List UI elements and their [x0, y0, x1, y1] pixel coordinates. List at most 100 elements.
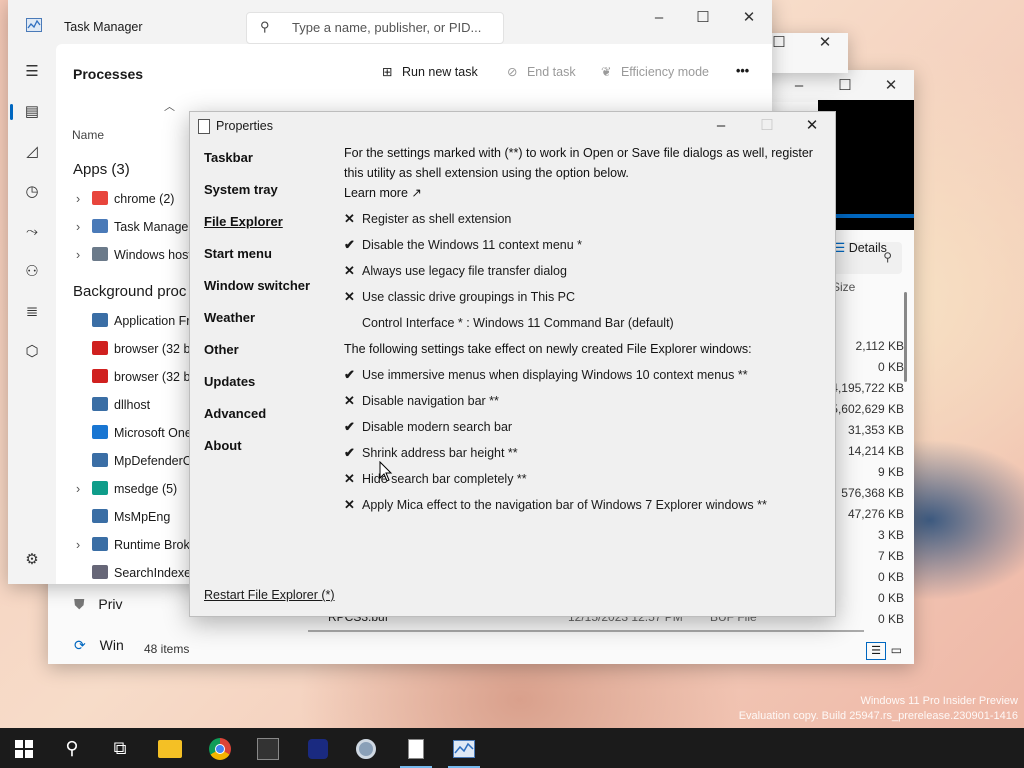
more-options-button[interactable]: ••• [736, 64, 749, 78]
process-row[interactable]: Application Fr [76, 307, 190, 335]
tiles-view-icon[interactable]: ▭ [889, 643, 903, 657]
efficiency-mode-button[interactable]: ❦ Efficiency mode [601, 64, 709, 79]
minimize-button[interactable]: – [776, 70, 822, 102]
processes-icon[interactable]: ▤ [20, 100, 44, 124]
properties-app-icon[interactable] [392, 728, 440, 768]
nav-other[interactable]: Other [204, 342, 239, 357]
expand-chevron-icon[interactable]: › [76, 241, 92, 269]
process-row[interactable]: MsMpEng [76, 503, 170, 531]
view-switcher[interactable]: ☰ ▭ [866, 642, 903, 660]
nav-window-switcher[interactable]: Window switcher [204, 278, 310, 293]
expand-chevron-icon[interactable]: › [76, 475, 92, 503]
process-icon [92, 565, 108, 579]
setting-option[interactable]: ✔ Shrink address bar height ** [344, 443, 518, 463]
setting-option[interactable]: ✕ Hide search bar completely ** [344, 469, 527, 489]
learn-more-link[interactable]: Learn more ↗ [344, 183, 422, 203]
nav-updates[interactable]: Updates [204, 374, 255, 389]
minimize-button[interactable]: – [636, 2, 682, 34]
check-icon: ✔ [344, 367, 355, 382]
minimize-button[interactable]: – [698, 112, 744, 140]
maximize-button[interactable]: ☐ [744, 112, 790, 140]
selected-indicator [10, 104, 13, 120]
column-header-name[interactable]: Name [72, 128, 104, 142]
close-button[interactable]: ✕ [802, 27, 848, 59]
task-view-icon[interactable]: ⧉ [96, 728, 144, 768]
setting-option[interactable]: ✔ Disable modern search bar [344, 417, 512, 437]
search-icon[interactable]: ⚲ [48, 728, 96, 768]
nav-item-windows-update[interactable]: ⟳ Win [74, 637, 124, 654]
search-input[interactable]: ⚲ Type a name, publisher, or PID... [246, 12, 504, 44]
process-row[interactable]: Microsoft One [76, 419, 192, 447]
process-row[interactable]: SearchIndexer [76, 559, 195, 587]
mouse-cursor-icon [379, 461, 393, 482]
cross-icon: ✕ [344, 211, 355, 226]
intro-text: this utility as shell extension using th… [344, 166, 629, 180]
app-history-icon[interactable]: ◷ [20, 180, 44, 204]
process-name: chrome (2) [114, 192, 175, 206]
process-row[interactable]: › Windows host [76, 241, 192, 269]
explorer-vertical-scrollbar[interactable] [904, 292, 907, 382]
process-row[interactable]: MpDefenderC [76, 447, 192, 475]
process-row[interactable]: › msedge (5) [76, 475, 177, 503]
nav-advanced[interactable]: Advanced [204, 406, 266, 421]
setting-option[interactable]: ✕ Disable navigation bar ** [344, 391, 499, 411]
nav-weather[interactable]: Weather [204, 310, 255, 325]
explorer-horizontal-scrollbar[interactable] [308, 630, 864, 632]
setting-option[interactable]: ✕ Register as shell extension [344, 209, 511, 229]
setting-option[interactable]: ✔ Disable the Windows 11 context menu * [344, 235, 582, 255]
process-row[interactable]: dllhost [76, 391, 150, 419]
start-icon[interactable] [0, 728, 48, 768]
close-button[interactable]: ✕ [726, 2, 772, 34]
process-row[interactable]: › Runtime Brok [76, 531, 190, 559]
expand-chevron-icon[interactable]: › [76, 185, 92, 213]
nav-about[interactable]: About [204, 438, 242, 453]
shield-icon: ⛊ [74, 596, 85, 612]
task-manager-chart-icon [453, 740, 475, 759]
expand-chevron-icon[interactable]: › [76, 213, 92, 241]
setting-label: Disable modern search bar [362, 420, 513, 434]
app-icon-1[interactable] [244, 728, 292, 768]
setting-option[interactable]: ✕ Use classic drive groupings in This PC [344, 287, 575, 307]
task-manager-icon[interactable] [440, 728, 488, 768]
chrome-icon[interactable] [196, 728, 244, 768]
details-view-icon[interactable]: ☰ [866, 642, 886, 660]
expand-chevron-icon[interactable]: › [76, 531, 92, 559]
restart-explorer-link[interactable]: Restart File Explorer (*) [204, 588, 335, 602]
services-icon[interactable]: ⬡ [20, 340, 44, 364]
process-row[interactable]: browser (32 bi [76, 363, 193, 391]
end-task-button[interactable]: ⊘ End task [507, 64, 576, 79]
settings-icon[interactable] [342, 728, 390, 768]
sort-chevron-icon[interactable]: ︿ [164, 98, 175, 114]
performance-icon[interactable]: ◿ [20, 140, 44, 164]
startup-apps-icon[interactable]: ⤳ [20, 220, 44, 244]
details-icon[interactable]: ≣ [20, 300, 44, 324]
maximize-button[interactable]: ☐ [680, 2, 726, 34]
nav-file-explorer[interactable]: File Explorer [204, 214, 283, 229]
nav-item-privacy[interactable]: ⛊ Priv [74, 596, 123, 613]
users-icon[interactable]: ⚇ [20, 260, 44, 284]
settings-gear-icon[interactable]: ⚙ [20, 548, 44, 572]
leaf-icon: ❦ [601, 65, 612, 79]
process-name: msedge (5) [114, 482, 178, 496]
close-button[interactable]: ✕ [789, 112, 835, 140]
details-button[interactable]: ☰ Details [834, 240, 887, 255]
close-button[interactable]: ✕ [868, 70, 914, 102]
nav-start-menu[interactable]: Start menu [204, 246, 272, 261]
file-explorer-icon[interactable] [146, 728, 194, 768]
setting-option[interactable]: ✔ Use immersive menus when displaying Win… [344, 365, 748, 385]
nav-system-tray[interactable]: System tray [204, 182, 278, 197]
maximize-button[interactable]: ☐ [822, 70, 868, 102]
properties-dialog[interactable]: Properties – ☐ ✕ Taskbar System tray Fil… [189, 111, 836, 617]
setting-label: Apply Mica effect to the navigation bar … [362, 498, 767, 512]
setting-option[interactable]: ✕ Always use legacy file transfer dialog [344, 261, 567, 281]
setting-option[interactable]: ✕ Apply Mica effect to the navigation bar… [344, 495, 767, 515]
process-row[interactable]: › Task Manager [76, 213, 193, 241]
process-row[interactable]: › chrome (2) [76, 185, 174, 213]
app-icon-2[interactable] [294, 728, 342, 768]
details-label: Details [848, 241, 887, 255]
setting-option[interactable]: Control Interface * : Windows 11 Command… [344, 313, 674, 333]
run-new-task-button[interactable]: ⊞ Run new task [382, 64, 478, 79]
nav-taskbar[interactable]: Taskbar [204, 150, 253, 165]
process-row[interactable]: browser (32 bi [76, 335, 193, 363]
hamburger-menu-icon[interactable]: ☰ [20, 60, 44, 84]
